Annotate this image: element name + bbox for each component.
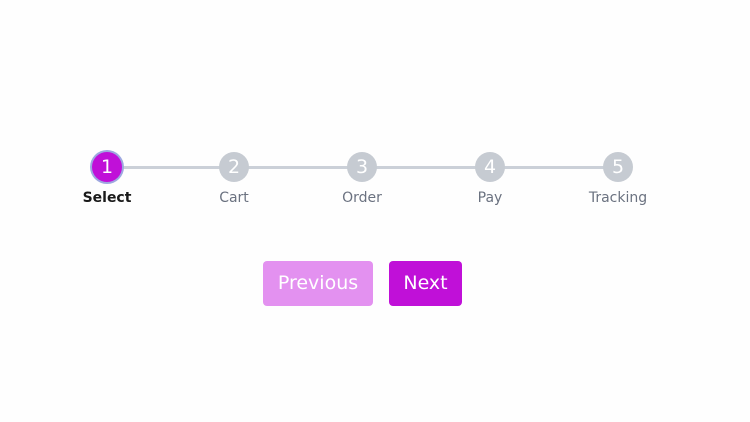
step-label: Cart bbox=[219, 190, 249, 206]
previous-button[interactable]: Previous bbox=[263, 261, 373, 306]
step-cart[interactable]: 2 Cart bbox=[174, 152, 294, 206]
step-tracking[interactable]: 5 Tracking bbox=[558, 152, 678, 206]
step-order[interactable]: 3 Order bbox=[302, 152, 422, 206]
step-circle[interactable]: 3 bbox=[347, 152, 377, 182]
next-button[interactable]: Next bbox=[389, 261, 462, 306]
step-label: Order bbox=[342, 190, 382, 206]
step-circle[interactable]: 2 bbox=[219, 152, 249, 182]
step-label: Pay bbox=[477, 190, 503, 206]
step-circle[interactable]: 4 bbox=[475, 152, 505, 182]
step-circle[interactable]: 5 bbox=[603, 152, 633, 182]
step-select[interactable]: 1 Select bbox=[47, 152, 167, 206]
step-circle[interactable]: 1 bbox=[92, 152, 122, 182]
step-label: Select bbox=[82, 190, 132, 206]
step-pay[interactable]: 4 Pay bbox=[430, 152, 550, 206]
step-label: Tracking bbox=[588, 190, 648, 206]
